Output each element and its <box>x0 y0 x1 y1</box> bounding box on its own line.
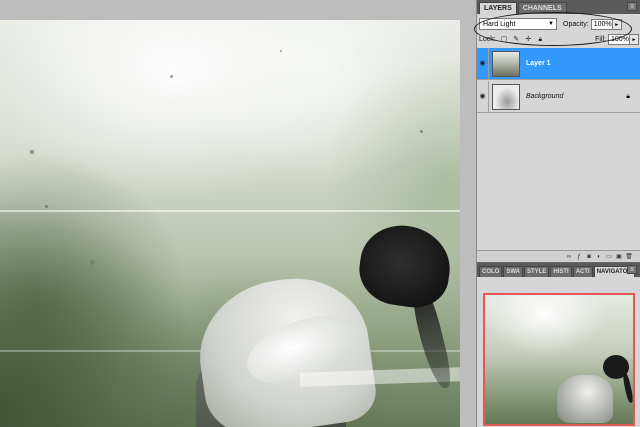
tab-channels[interactable]: CHANNELS <box>517 2 567 14</box>
layer-mask-icon[interactable]: ◙ <box>584 254 594 260</box>
adjustment-layer-icon[interactable]: ◐ <box>594 254 604 260</box>
layer-style-icon[interactable]: ƒ <box>574 254 584 260</box>
eye-icon[interactable]: ◉ <box>477 80 489 113</box>
photo-subject <box>0 20 460 427</box>
link-layers-icon[interactable]: ∞ <box>564 254 574 260</box>
preview-subject-body <box>557 375 613 423</box>
blend-mode-select[interactable]: Hard Light ▼ <box>479 18 557 30</box>
document-canvas[interactable] <box>0 20 460 427</box>
tab-actions[interactable]: ACTI <box>572 266 593 277</box>
layer-row-background[interactable]: ◉ Background 🔒︎ <box>477 80 640 113</box>
tab-swatches[interactable]: SWA <box>503 266 524 277</box>
opacity-label: Opacity: <box>563 20 589 28</box>
new-layer-icon[interactable]: ▣ <box>614 253 624 260</box>
blend-mode-value: Hard Light <box>483 21 516 28</box>
layers-panel: LAYERS CHANNELS ≡ Hard Light ▼ Opacity: … <box>476 0 640 262</box>
navigator-preview[interactable] <box>483 293 635 426</box>
eye-icon[interactable]: ◉ <box>477 47 489 80</box>
lock-fill-row: Lock: ▢ ✎ ✛ 🔒︎ Fill: 100% ► <box>479 33 639 45</box>
layer-thumbnail <box>492 50 520 77</box>
new-group-icon[interactable]: ▭ <box>604 253 614 260</box>
preview-subject-hair <box>621 372 633 404</box>
lock-transparent-pixels-icon[interactable]: ▢ <box>500 35 509 44</box>
fill-slider-arrow-icon[interactable]: ► <box>630 33 639 45</box>
lock-label: Lock: <box>479 35 496 43</box>
opacity-slider-arrow-icon[interactable]: ► <box>612 18 622 30</box>
navigator-panel: COLO SWA STYLE HISTI ACTI NAVIGATOR ≡ <box>476 262 640 427</box>
layer-thumbnail <box>492 83 520 110</box>
subject-head <box>354 220 456 312</box>
navigator-tabbar: COLO SWA STYLE HISTI ACTI NAVIGATOR ≡ <box>477 263 640 277</box>
tab-color[interactable]: COLO <box>479 266 503 277</box>
lock-image-pixels-icon[interactable]: ✎ <box>512 35 521 44</box>
trash-icon[interactable]: 🗑︎ <box>624 253 634 260</box>
panel-menu-icon[interactable]: ≡ <box>627 265 637 274</box>
tab-styles[interactable]: STYLE <box>524 266 550 277</box>
tab-layers[interactable]: LAYERS <box>479 2 517 14</box>
photoshop-window: LAYERS CHANNELS ≡ Hard Light ▼ Opacity: … <box>0 0 640 427</box>
layer-name: Layer 1 <box>526 60 551 67</box>
layers-footer: ∞ ƒ ◙ ◐ ▭ ▣ 🗑︎ <box>477 250 640 262</box>
layers-tabbar: LAYERS CHANNELS ≡ <box>477 0 640 14</box>
layer-name: Background <box>526 93 564 100</box>
opacity-field[interactable]: 100% <box>590 18 613 30</box>
lock-position-icon[interactable]: ✛ <box>524 35 533 44</box>
lock-icon: 🔒︎ <box>626 92 630 100</box>
preview-subject-head <box>603 355 629 379</box>
chevron-down-icon: ▼ <box>548 21 554 27</box>
fill-label: Fill: <box>595 35 606 43</box>
lock-all-icon[interactable]: 🔒︎ <box>536 35 545 44</box>
fill-field[interactable]: 100% <box>608 33 630 45</box>
canvas-area <box>0 0 476 427</box>
panel-menu-icon[interactable]: ≡ <box>627 2 637 11</box>
layer-row-layer-1[interactable]: ◉ Layer 1 <box>477 47 640 80</box>
blend-opacity-row: Hard Light ▼ Opacity: 100% ► <box>479 17 639 31</box>
tab-history[interactable]: HISTI <box>550 266 572 277</box>
